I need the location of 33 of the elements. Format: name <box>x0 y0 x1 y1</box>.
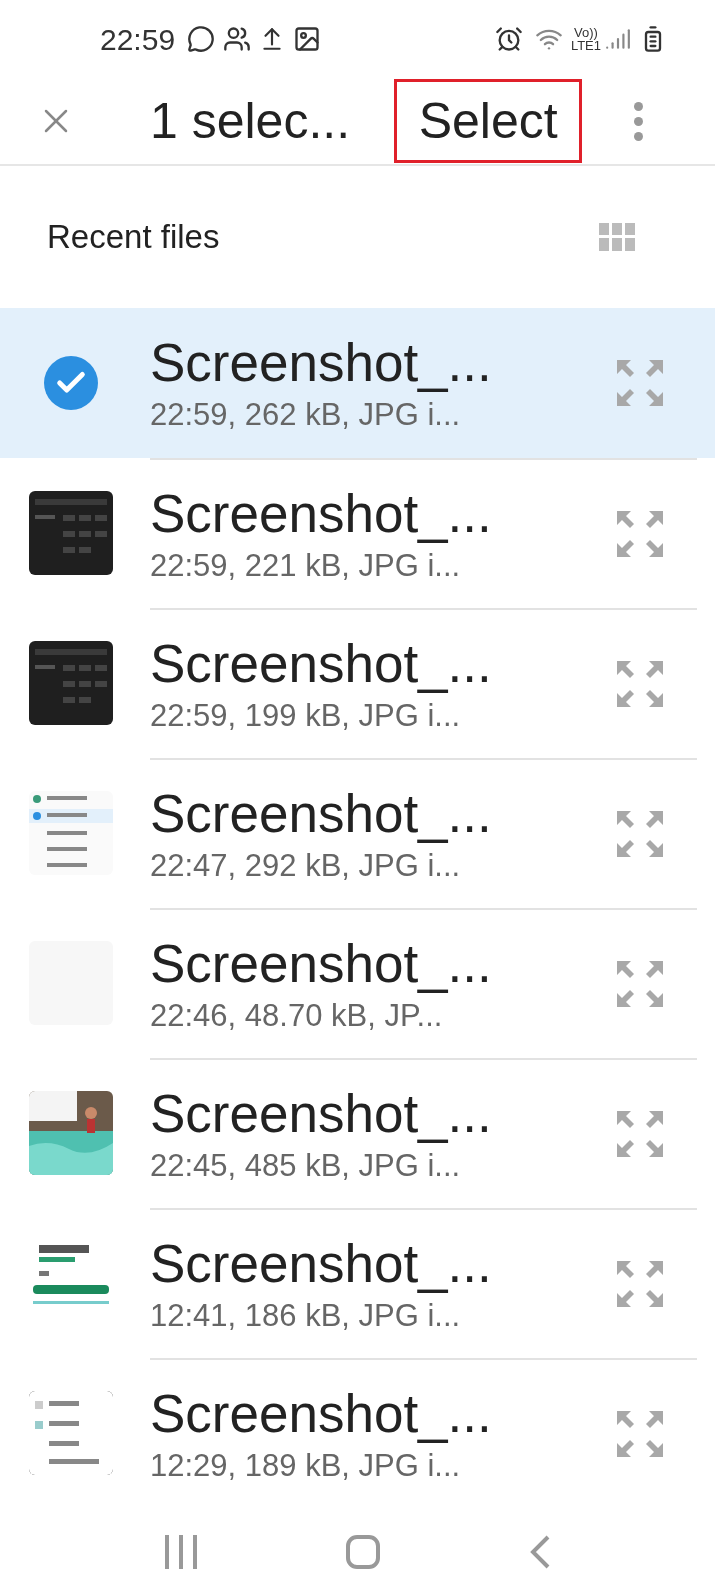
file-details: 22:45, 485 kB, JPG i... <box>150 1150 462 1181</box>
signal-icon <box>605 26 631 52</box>
file-details: 22:46, 48.70 kB, JP... <box>150 1000 444 1031</box>
back-icon[interactable] <box>530 1535 551 1569</box>
expand-icon[interactable] <box>615 358 665 408</box>
alarm-icon <box>494 25 523 53</box>
grid-view-icon[interactable] <box>599 223 635 251</box>
file-row[interactable]: Screenshot_... 22:59, 262 kB, JPG i... <box>0 308 715 458</box>
expand-icon[interactable] <box>615 809 665 859</box>
expand-icon[interactable] <box>615 1409 665 1459</box>
checked-icon[interactable] <box>44 356 98 410</box>
clock: 22:59 <box>100 21 176 58</box>
network-label: LTE1 <box>570 39 601 52</box>
file-details: 22:47, 292 kB, JPG i... <box>150 850 462 881</box>
select-button[interactable]: Select <box>394 79 583 163</box>
chat-icon <box>187 25 216 53</box>
recent-apps-icon[interactable] <box>164 1535 197 1569</box>
file-details: 12:41, 186 kB, JPG i... <box>150 1300 462 1331</box>
expand-icon[interactable] <box>615 959 665 1009</box>
file-details: 12:29, 189 kB, JPG i... <box>150 1450 462 1481</box>
file-details: 22:59, 221 kB, JPG i... <box>150 550 462 581</box>
expand-icon[interactable] <box>615 659 665 709</box>
expand-icon[interactable] <box>615 1109 665 1159</box>
expand-icon[interactable] <box>615 509 665 559</box>
network-label: Vo)) <box>574 26 598 39</box>
home-icon[interactable] <box>346 1535 381 1569</box>
selection-title: 1 selec... <box>150 91 351 151</box>
expand-icon[interactable] <box>615 1259 665 1309</box>
file-details: 22:59, 262 kB, JPG i... <box>150 399 462 430</box>
file-details: 22:59, 199 kB, JPG i... <box>150 700 462 731</box>
people-icon <box>223 25 252 53</box>
section-title: Recent files <box>47 217 220 258</box>
image-icon <box>293 25 322 53</box>
